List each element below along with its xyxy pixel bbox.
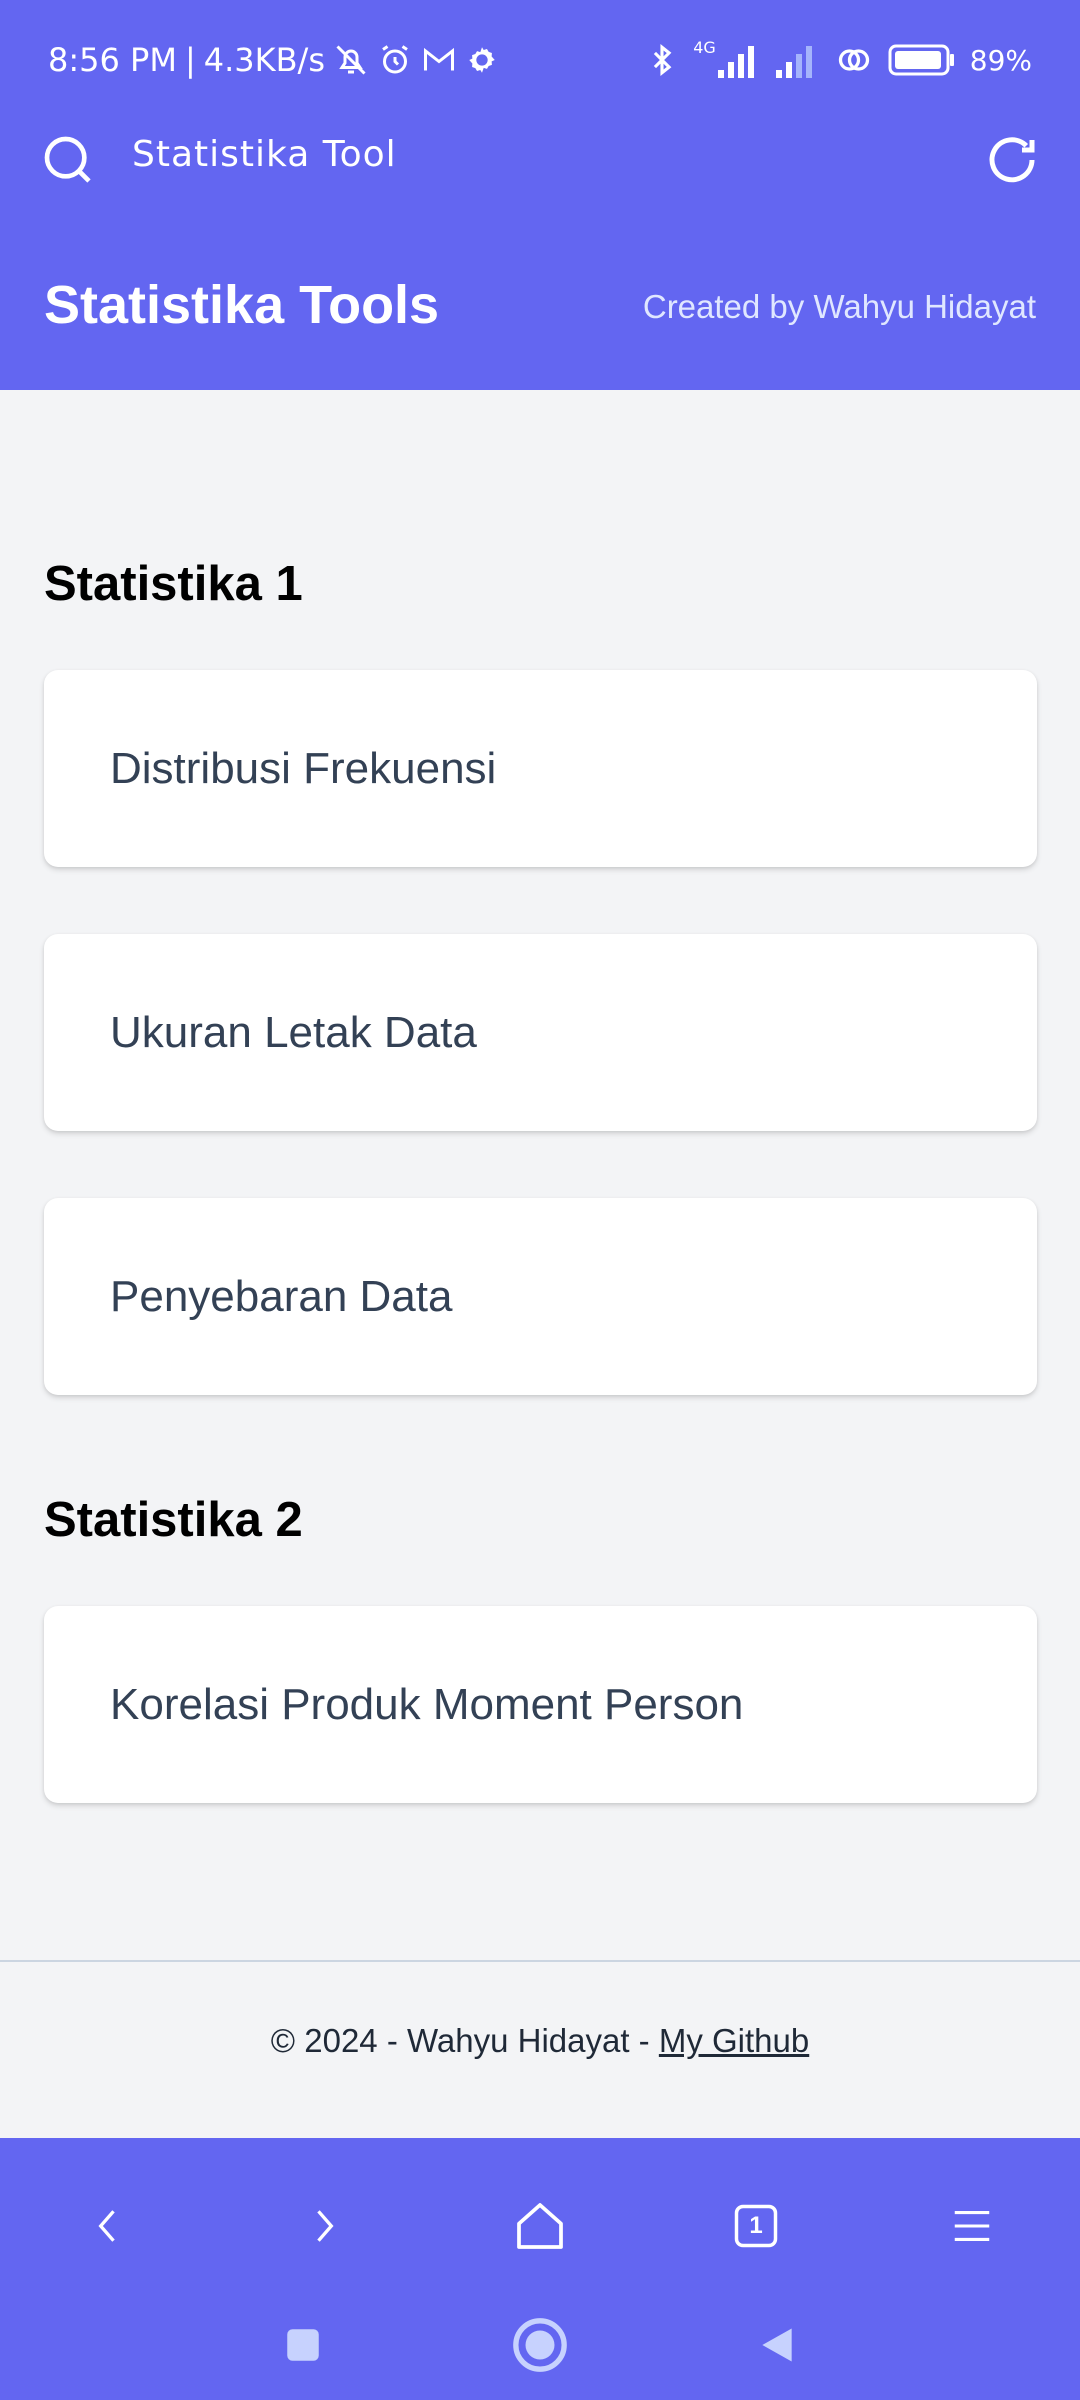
battery-icon <box>888 44 954 76</box>
section-title-statistika-1: Statistika 1 <box>44 557 303 611</box>
search-icon[interactable] <box>40 132 96 188</box>
gmail-icon <box>424 47 454 71</box>
settings-gear-icon <box>469 47 495 73</box>
browser-bottom-nav: 1 <box>0 2138 1080 2400</box>
menu-card-korelasi-produk-moment[interactable]: Korelasi Produk Moment Person <box>44 1606 1037 1803</box>
bluetooth-icon <box>654 44 672 76</box>
mute-bell-icon <box>336 45 366 75</box>
menu-card-distribusi-frekuensi[interactable]: Distribusi Frekuensi <box>44 670 1037 867</box>
home-button[interactable] <box>500 2186 580 2266</box>
card-label: Distribusi Frekuensi <box>110 743 497 793</box>
tabs-button[interactable]: 1 <box>716 2186 796 2266</box>
hotspot-link-icon <box>838 49 869 71</box>
chevron-left-icon <box>98 2210 115 2242</box>
browser-bar: Statistika Tool <box>0 120 1080 200</box>
top-app-bar: 8:56 PM | 4.3KB/s 4G 89% Statistika Tool… <box>0 0 1080 390</box>
menu-button[interactable] <box>932 2186 1012 2266</box>
github-link[interactable]: My Github <box>659 2022 809 2059</box>
menu-card-penyebaran-data[interactable]: Penyebaran Data <box>44 1198 1037 1395</box>
circle-home-icon <box>513 2318 567 2372</box>
status-separator: | <box>184 41 196 79</box>
card-label: Korelasi Produk Moment Person <box>110 1679 744 1729</box>
browser-page-title[interactable]: Statistika Tool <box>132 134 397 175</box>
page-header: Statistika Tools Created by Wahyu Hidaya… <box>0 250 1080 360</box>
footer: © 2024 - Wahyu Hidayat - My Github <box>0 2022 1080 2060</box>
status-left: 8:56 PM | 4.3KB/s <box>48 38 499 82</box>
footer-copyright: © 2024 - Wahyu Hidayat - <box>270 2022 659 2059</box>
chevron-right-icon <box>317 2210 334 2242</box>
triangle-back-icon <box>762 2328 792 2362</box>
forward-button[interactable] <box>284 2186 364 2266</box>
card-label: Penyebaran Data <box>110 1271 453 1321</box>
hamburger-menu-icon <box>954 2211 990 2241</box>
footer-divider <box>0 1960 1080 1962</box>
signal-strength-2-icon <box>775 46 812 78</box>
alarm-icon <box>382 45 408 74</box>
back-button[interactable] <box>68 2186 148 2266</box>
status-time: 8:56 PM <box>48 41 177 79</box>
battery-level: 89% <box>969 43 1032 77</box>
refresh-icon[interactable] <box>982 130 1042 190</box>
section-title-statistika-2: Statistika 2 <box>44 1493 303 1547</box>
status-bar: 8:56 PM | 4.3KB/s 4G 89% <box>0 0 1080 120</box>
status-right: 4G 89% <box>645 38 1032 82</box>
square-icon <box>287 2329 319 2361</box>
menu-card-ukuran-letak-data[interactable]: Ukuran Letak Data <box>44 934 1037 1131</box>
signal-strength-icon <box>717 46 754 78</box>
tab-count: 1 <box>749 2212 763 2239</box>
network-type: 4G <box>693 38 716 57</box>
home-icon <box>517 2203 563 2249</box>
author-credit: Created by Wahyu Hidayat <box>642 288 1036 325</box>
status-net-speed: 4.3KB/s <box>203 41 325 79</box>
recents-button[interactable] <box>268 2310 338 2380</box>
system-back-button[interactable] <box>742 2310 812 2380</box>
page-title: Statistika Tools <box>44 275 440 335</box>
system-home-button[interactable] <box>505 2310 575 2380</box>
card-label: Ukuran Letak Data <box>110 1007 477 1057</box>
